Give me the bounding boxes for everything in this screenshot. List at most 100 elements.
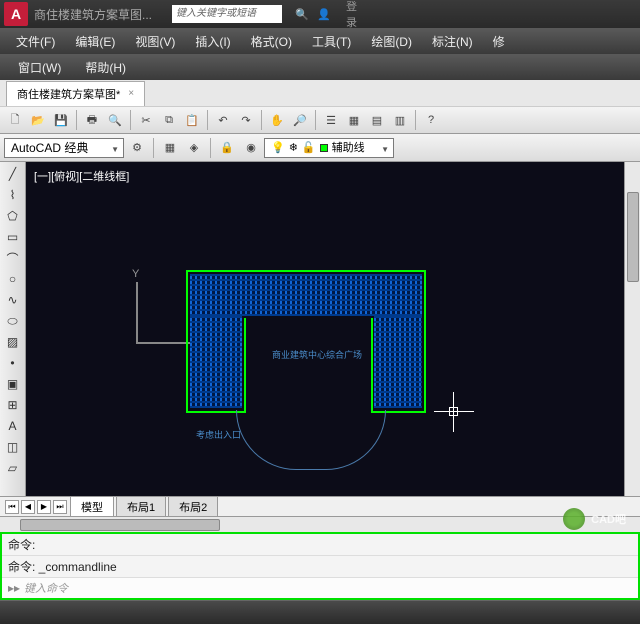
separator <box>153 138 154 158</box>
layer-toolbar: AutoCAD 经典 ⚙ ▦ ◈ 🔒 ◉ 💡 ❄ 🔓 辅助线 <box>0 134 640 162</box>
separator <box>315 110 316 130</box>
undo-icon[interactable]: ↶ <box>212 109 234 131</box>
menu-draw[interactable]: 绘图(D) <box>363 30 420 53</box>
login-link[interactable]: 登录 <box>346 6 362 22</box>
open-icon[interactable]: 📂 <box>27 109 49 131</box>
main-area: ╱ ⌇ ⬠ ▭ ⌒ ○ ∿ ⬭ ▨ • ▣ ⊞ A ◫ ▱ [一][俯视][二维… <box>0 162 640 496</box>
user-icon[interactable]: 👤 <box>316 6 332 22</box>
axis-y-label: Y <box>132 268 139 280</box>
tab-layout2[interactable]: 布局2 <box>168 496 218 518</box>
polygon-icon[interactable]: ⬠ <box>2 206 24 226</box>
design-center-icon[interactable]: ▦ <box>343 109 365 131</box>
arc-icon[interactable]: ⌒ <box>2 248 24 268</box>
document-tabs: 商住楼建筑方案草图* × <box>0 80 640 106</box>
tool-palettes-icon[interactable]: ▤ <box>366 109 388 131</box>
scrollbar-thumb[interactable] <box>20 519 220 531</box>
copy-icon[interactable]: ⧉ <box>158 109 180 131</box>
bulb-icon: 💡 <box>271 139 285 157</box>
hatch-icon[interactable]: ▨ <box>2 332 24 352</box>
spline-icon[interactable]: ∿ <box>2 290 24 310</box>
sheet-set-icon[interactable]: ▥ <box>389 109 411 131</box>
annotation-center: 商业建筑中心综合广场 <box>272 348 362 361</box>
menu-help[interactable]: 帮助(H) <box>75 56 136 79</box>
menu-format[interactable]: 格式(O) <box>243 30 300 53</box>
app-logo-icon[interactable]: A <box>4 2 28 26</box>
title-bar: A 商住楼建筑方案草图... 键入关键字或短语 🔍 👤 登录 <box>0 0 640 28</box>
menu-window[interactable]: 窗口(W) <box>8 56 71 79</box>
menu-modify[interactable]: 修 <box>485 30 513 53</box>
text-icon[interactable]: A <box>2 416 24 436</box>
menu-edit[interactable]: 编辑(E) <box>67 30 123 53</box>
rectangle-icon[interactable]: ▭ <box>2 227 24 247</box>
separator <box>415 110 416 130</box>
tab-close-icon[interactable]: × <box>128 88 134 99</box>
region-icon[interactable]: ◫ <box>2 437 24 457</box>
paste-icon[interactable]: 📋 <box>181 109 203 131</box>
help-icon[interactable]: ? <box>420 109 442 131</box>
wipeout-icon[interactable]: ▱ <box>2 458 24 478</box>
layer-color-swatch <box>320 144 328 152</box>
layer-state-icon[interactable]: ◈ <box>183 137 205 159</box>
vertical-scrollbar[interactable] <box>624 162 640 496</box>
document-tab-active[interactable]: 商住楼建筑方案草图* × <box>6 81 145 106</box>
tab-nav-next-icon[interactable]: ▶ <box>37 500 51 514</box>
viewport-label[interactable]: [一][俯视][二维线框] <box>34 168 129 184</box>
properties-icon[interactable]: ☰ <box>320 109 342 131</box>
point-icon[interactable]: • <box>2 353 24 373</box>
tab-model[interactable]: 模型 <box>70 496 114 518</box>
workspace-combo[interactable]: AutoCAD 经典 <box>4 138 124 158</box>
layer-combo[interactable]: 💡 ❄ 🔓 辅助线 <box>264 138 394 158</box>
preview-icon[interactable]: 🔍 <box>104 109 126 131</box>
layout-tabs: ⏮ ◀ ▶ ⏭ 模型 布局1 布局2 <box>0 496 640 516</box>
tab-label: 商住楼建筑方案草图* <box>17 86 120 102</box>
ellipse-icon[interactable]: ⬭ <box>2 311 24 331</box>
line-icon[interactable]: ╱ <box>2 164 24 184</box>
search-icon[interactable]: 🔍 <box>294 6 310 22</box>
menu-view[interactable]: 视图(V) <box>127 30 183 53</box>
zoom-icon[interactable]: 🔎 <box>289 109 311 131</box>
tab-nav-prev-icon[interactable]: ◀ <box>21 500 35 514</box>
command-placeholder: 键入命令 <box>24 580 68 596</box>
command-window[interactable]: 命令: 命令: _commandline ▸▸ 键入命令 <box>0 532 640 600</box>
freeze-icon: ❄ <box>289 139 298 157</box>
wechat-icon <box>563 508 585 530</box>
command-history-1: 命令: <box>2 534 638 556</box>
redo-icon[interactable]: ↷ <box>235 109 257 131</box>
layer-name: 辅助线 <box>332 139 365 157</box>
separator <box>210 138 211 158</box>
horizontal-scrollbar[interactable] <box>0 516 640 532</box>
layer-iso-icon[interactable]: ◉ <box>240 137 262 159</box>
tab-nav-last-icon[interactable]: ⏭ <box>53 500 67 514</box>
scrollbar-thumb[interactable] <box>627 192 639 282</box>
table-icon[interactable]: ⊞ <box>2 395 24 415</box>
layer-props-icon[interactable]: ▦ <box>159 137 181 159</box>
menu-bar-2: 窗口(W) 帮助(H) <box>0 54 640 80</box>
layer-filter-icon[interactable]: 🔒 <box>216 137 238 159</box>
separator <box>130 110 131 130</box>
new-icon[interactable]: 🗋 <box>4 109 26 131</box>
separator <box>76 110 77 130</box>
menu-file[interactable]: 文件(F) <box>8 30 63 53</box>
tab-nav-first-icon[interactable]: ⏮ <box>5 500 19 514</box>
command-prompt-icon: ▸▸ <box>8 581 20 595</box>
workspace-settings-icon[interactable]: ⚙ <box>126 137 148 159</box>
cut-icon[interactable]: ✂ <box>135 109 157 131</box>
block-icon[interactable]: ▣ <box>2 374 24 394</box>
menu-tools[interactable]: 工具(T) <box>304 30 359 53</box>
menu-bar: 文件(F) 编辑(E) 视图(V) 插入(I) 格式(O) 工具(T) 绘图(D… <box>0 28 640 54</box>
menu-insert[interactable]: 插入(I) <box>187 30 238 53</box>
save-icon[interactable]: 💾 <box>50 109 72 131</box>
polyline-icon[interactable]: ⌇ <box>2 185 24 205</box>
circle-icon[interactable]: ○ <box>2 269 24 289</box>
tab-layout1[interactable]: 布局1 <box>116 496 166 518</box>
floorplan-drawing: 商业建筑中心综合广场 考虑出入口 <box>186 270 426 420</box>
annotation-entry: 考虑出入口 <box>196 428 241 441</box>
help-search-input[interactable]: 键入关键字或短语 <box>172 5 282 23</box>
pan-icon[interactable]: ✋ <box>266 109 288 131</box>
menu-dimension[interactable]: 标注(N) <box>424 30 481 53</box>
print-icon[interactable]: 🖶 <box>81 109 103 131</box>
drawing-canvas[interactable]: [一][俯视][二维线框] Y X 商业建筑中心综合广场 考虑出入口 <box>26 162 624 496</box>
watermark-text: CAD吧 <box>591 511 626 527</box>
watermark: CAD吧 <box>563 508 626 530</box>
command-input[interactable]: ▸▸ 键入命令 <box>2 578 638 598</box>
